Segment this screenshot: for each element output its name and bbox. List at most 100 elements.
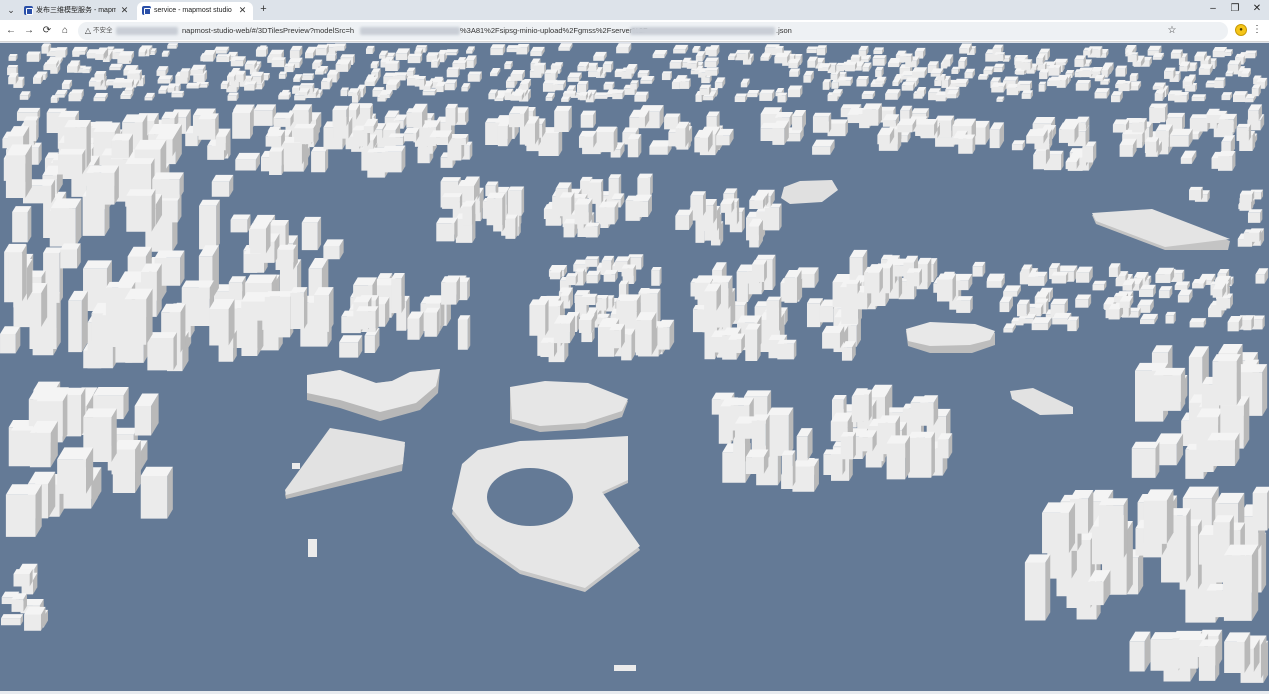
extension-icon[interactable]: ●	[1235, 24, 1247, 36]
building-block	[41, 43, 51, 53]
building-block	[121, 78, 134, 88]
building-block	[157, 75, 173, 84]
building-block	[574, 198, 593, 225]
building-block	[82, 66, 92, 74]
building-block	[1153, 367, 1186, 411]
building-block	[1003, 285, 1021, 297]
building-block	[602, 61, 614, 73]
building-block	[467, 71, 482, 82]
building-block	[764, 203, 782, 231]
building-block	[109, 63, 123, 71]
tab-service-mapmost-studio[interactable]: service - mapmost studio ✕	[137, 2, 253, 20]
building-block	[1065, 157, 1080, 170]
building-block	[842, 61, 857, 71]
building-block	[899, 53, 913, 63]
building-block	[264, 291, 294, 338]
restore-icon[interactable]: ❐	[1227, 2, 1243, 16]
building-block	[864, 266, 883, 294]
forward-arrow-right-icon[interactable]: →	[21, 23, 37, 39]
building-block	[558, 43, 573, 51]
building-block	[856, 75, 869, 87]
building-block	[964, 68, 976, 79]
wedge-building-top	[285, 428, 405, 495]
building-block	[759, 89, 775, 101]
building-block	[937, 273, 956, 302]
building-block	[1192, 279, 1207, 289]
building-block	[414, 76, 427, 87]
building-block	[581, 293, 598, 305]
building-block	[812, 112, 832, 133]
building-block	[822, 79, 832, 90]
close-window-icon[interactable]: ✕	[1249, 2, 1265, 16]
building-block	[901, 81, 916, 91]
building-block	[180, 68, 191, 78]
building-block	[466, 46, 475, 54]
building-block	[915, 119, 938, 136]
small-structure	[614, 665, 636, 671]
building-block	[937, 433, 953, 459]
building-block	[1115, 65, 1128, 77]
building-block	[792, 458, 819, 492]
home-icon[interactable]: ⌂	[57, 23, 73, 39]
tab-search-chevron-down-icon[interactable]: ⌄	[4, 3, 18, 17]
building-block	[1218, 113, 1237, 133]
building-block	[1152, 82, 1166, 90]
building-block	[356, 306, 379, 328]
tab-publish-3d-model[interactable]: 发布三维模型服务 - mapmost ✕	[19, 2, 135, 20]
building-block	[983, 66, 995, 75]
building-block	[720, 199, 735, 213]
building-block	[530, 46, 545, 57]
building-block	[1198, 639, 1220, 681]
building-block	[1031, 317, 1052, 331]
warning-triangle-icon[interactable]: △	[83, 26, 93, 36]
3d-tiles-viewer-canvas[interactable]	[0, 43, 1269, 691]
site-favicon-icon	[142, 6, 151, 15]
building-block	[1054, 58, 1068, 66]
building-block	[621, 264, 636, 277]
minimize-icon[interactable]: –	[1205, 2, 1221, 16]
bookmark-star-icon[interactable]: ☆	[1164, 23, 1180, 39]
building-block	[60, 243, 81, 269]
building-block	[912, 67, 928, 78]
building-block	[265, 129, 285, 147]
building-block	[544, 69, 558, 81]
kebab-menu-icon[interactable]: ⋮	[1252, 23, 1262, 37]
building-block	[13, 569, 33, 587]
reload-icon[interactable]: ⟳	[39, 23, 55, 39]
building-block	[340, 87, 349, 97]
building-block	[1207, 432, 1240, 466]
building-block	[652, 50, 668, 59]
redacted-url-segment	[630, 27, 775, 35]
building-block	[1189, 318, 1207, 328]
building-block	[507, 186, 525, 216]
building-block	[202, 49, 216, 62]
building-block	[5, 144, 32, 199]
building-block	[1174, 91, 1189, 103]
building-block	[209, 299, 235, 346]
building-block	[68, 290, 88, 353]
building-block	[634, 91, 649, 102]
building-block	[55, 47, 68, 58]
building-block	[391, 273, 405, 314]
building-block	[112, 439, 141, 494]
building-block	[705, 67, 719, 76]
building-block	[609, 323, 625, 349]
building-block	[565, 273, 578, 286]
building-block	[1067, 316, 1080, 332]
building-block	[885, 89, 901, 100]
address-bar[interactable]: △ 不安全 napmost-studio-web/#/3DTilesPrevie…	[78, 22, 1228, 40]
new-tab-plus-icon[interactable]: +	[257, 3, 270, 16]
tab-close-icon[interactable]: ✕	[237, 5, 248, 16]
building-block	[598, 201, 619, 225]
tab-close-icon[interactable]: ✕	[119, 5, 130, 16]
building-block	[585, 256, 600, 267]
back-arrow-left-icon[interactable]: ←	[3, 23, 19, 39]
building-block	[716, 128, 734, 146]
building-block	[956, 296, 973, 313]
building-block	[1075, 80, 1091, 91]
building-block	[749, 219, 763, 248]
building-block	[510, 91, 525, 101]
city-model-scene[interactable]	[0, 43, 1269, 691]
security-label[interactable]: 不安全	[93, 26, 113, 36]
building-block	[1118, 80, 1132, 92]
